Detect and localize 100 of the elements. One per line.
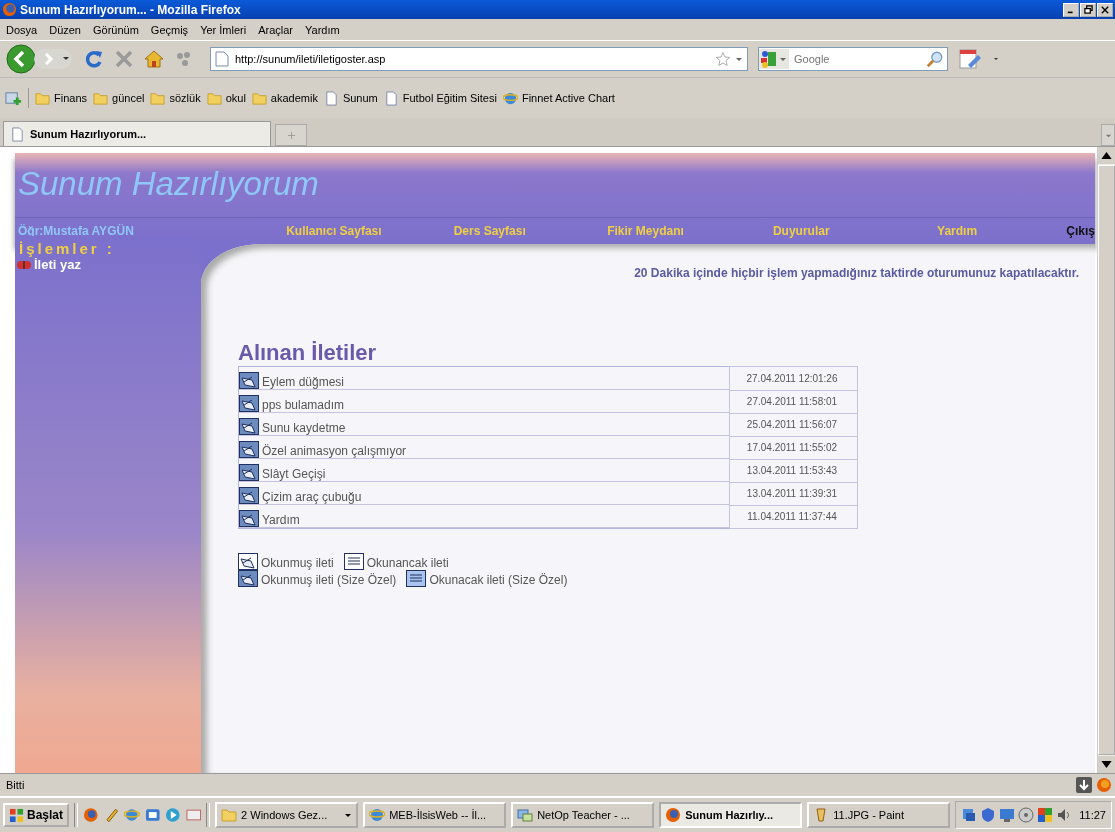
firefox-icon	[665, 807, 682, 823]
star-icon[interactable]	[715, 51, 731, 67]
menu-item[interactable]: Yardım	[305, 23, 340, 36]
address-field[interactable]: http://sunum/ileti/iletigoster.asp	[233, 52, 711, 66]
page-icon	[215, 51, 229, 67]
folder-icon	[35, 90, 50, 106]
taskbar-button[interactable]: Sunum Hazırlıy...	[659, 802, 803, 828]
minimize-button[interactable]	[1063, 2, 1079, 17]
bookmark-item[interactable]: güncel	[93, 90, 145, 106]
browser-tab[interactable]: Sunum Hazırlıyorum...	[3, 121, 271, 146]
dropdown-icon	[344, 811, 353, 819]
page-icon	[10, 126, 25, 142]
clock: 11:27	[1079, 809, 1106, 821]
site-title: Sunum Hazırlıyorum	[17, 164, 320, 203]
message-subject[interactable]: Özel animasyon çalışmıyor	[239, 436, 729, 459]
disc-icon[interactable]	[1018, 807, 1035, 823]
bookmark-item[interactable]: sözlük	[150, 90, 201, 106]
legend-label: Okunmuş ileti (Size Özel)	[261, 573, 397, 587]
close-button[interactable]	[1097, 2, 1113, 17]
message-date: 27.04.2011 11:58:01	[729, 390, 858, 413]
restore-icon	[1083, 5, 1093, 14]
search-field[interactable]: Google	[792, 52, 923, 66]
shield-icon[interactable]	[980, 807, 997, 823]
windows-flag-icon	[9, 807, 24, 823]
folder-icon	[206, 90, 222, 106]
sidebar-heading: İşlemler :	[18, 240, 116, 257]
folder-icon	[221, 807, 238, 823]
message-subject[interactable]: Eylem düğmesi	[239, 367, 729, 390]
taskbar-button[interactable]: MEB-İlsisWeb -- İl...	[363, 802, 507, 828]
close-icon	[1101, 5, 1109, 14]
home-icon[interactable]	[144, 49, 164, 69]
back-button[interactable]	[6, 44, 36, 74]
notepad-icon[interactable]	[958, 47, 982, 71]
status-text: Bitti	[6, 779, 25, 791]
menu-item[interactable]: Düzen	[49, 23, 81, 36]
message-subject[interactable]: Sunu kaydetme	[239, 413, 729, 436]
bookmark-item[interactable]: okul	[206, 90, 246, 106]
dropdown-icon[interactable]	[735, 55, 743, 63]
section-heading: Alınan İletiler	[237, 340, 378, 366]
message-date: 25.04.2011 11:56:07	[729, 413, 858, 436]
menu-item[interactable]: Geçmiş	[150, 23, 189, 36]
add-bookmark-icon[interactable]	[5, 89, 22, 107]
page-icon	[323, 90, 339, 106]
menu-item[interactable]: Dosya	[6, 23, 38, 36]
legend-label: Okunmuş ileti	[261, 556, 334, 570]
sidebar-link[interactable]: İleti yaz	[34, 257, 81, 272]
message-subject[interactable]: Yardım	[239, 505, 729, 528]
start-button[interactable]: Başlat	[3, 803, 70, 827]
taskbar-button[interactable]: 11.JPG - Paint	[807, 802, 951, 828]
dropdown-icon[interactable]	[992, 55, 1000, 63]
message-date: 11.04.2011 11:37:44	[729, 505, 858, 529]
search-engine-icon[interactable]	[759, 49, 789, 69]
scroll-down-button[interactable]	[1098, 756, 1115, 773]
bookmark-item[interactable]: Finans	[35, 90, 88, 106]
restore-button[interactable]	[1080, 2, 1096, 17]
address-bar[interactable]: http://sunum/ileti/iletigoster.asp	[210, 47, 748, 71]
bookmark-item[interactable]: Futbol Eğitim Sitesi	[383, 90, 497, 106]
download-icon[interactable]	[1076, 777, 1092, 793]
monitor-icon[interactable]	[999, 807, 1016, 823]
message-date: 13.04.2011 11:53:43	[729, 459, 858, 482]
globe-icon[interactable]	[124, 807, 140, 823]
session-notice: 20 Dakika içinde hiçbir işlem yapmadığınız taktirde oturumunuz kapatılacaktır.	[633, 266, 1079, 280]
pencil-icon[interactable]	[103, 807, 120, 823]
plus-icon	[286, 130, 296, 140]
firefox-icon[interactable]	[82, 807, 99, 823]
screen-icon[interactable]	[185, 807, 202, 823]
bookmark-item[interactable]: Sunum	[323, 90, 378, 106]
search-bar[interactable]: Google	[758, 47, 948, 71]
message-date: 17.04.2011 11:55:02	[729, 436, 858, 459]
bookmark-item[interactable]: akademik	[251, 90, 318, 106]
reload-icon[interactable]	[84, 49, 104, 69]
menu-item[interactable]: Araçlar	[258, 23, 294, 36]
window-icon[interactable]	[144, 807, 161, 823]
folder-icon	[251, 90, 267, 106]
message-subject[interactable]: Çizim araç çubuğu	[239, 482, 729, 505]
scroll-up-button[interactable]	[1098, 147, 1115, 164]
folder-icon	[93, 90, 109, 106]
play-icon[interactable]	[165, 807, 181, 823]
message-date: 13.04.2011 11:39:31	[729, 482, 858, 505]
bookmark-item[interactable]: Finnet Active Chart	[502, 90, 615, 106]
network-icon[interactable]	[961, 807, 978, 823]
user-name: Öğr:Mustafa AYGÜN	[17, 224, 135, 238]
search-icon[interactable]	[926, 50, 944, 68]
message-subject[interactable]: Slâyt Geçişi	[239, 459, 729, 482]
taskbar-button[interactable]: 2 Windows Gez...	[215, 802, 359, 828]
taskbar-button[interactable]: NetOp Teacher - ...	[511, 802, 655, 828]
firefox-icon	[2, 2, 17, 17]
stop-icon[interactable]	[114, 49, 134, 69]
nav-link[interactable]: Çıkış	[1035, 224, 1095, 238]
flag-icon[interactable]	[1037, 807, 1054, 823]
globe-icon	[502, 90, 518, 106]
menu-item[interactable]: Yer İmleri	[200, 23, 247, 36]
folder-icon	[150, 90, 166, 106]
legend-label: Okunacak ileti (Size Özel)	[429, 573, 568, 587]
menu-item[interactable]: Görünüm	[93, 23, 139, 36]
page-icon	[383, 90, 399, 106]
windows-icon	[517, 807, 534, 823]
forward-icon[interactable]	[34, 47, 74, 71]
message-subject[interactable]: pps bulamadım	[239, 390, 729, 413]
window-title: Sunum Hazırlıyorum... - Mozilla Firefox	[20, 2, 242, 17]
